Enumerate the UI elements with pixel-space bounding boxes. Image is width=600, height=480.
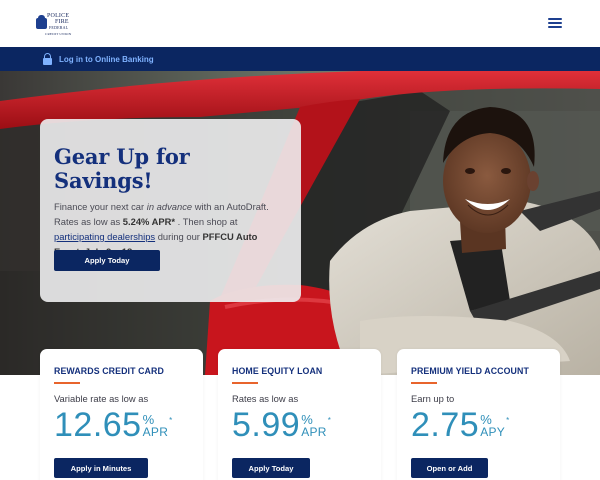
rate-value: 2.75 [411, 406, 480, 444]
rate-unit: APR [142, 425, 169, 439]
product-title: PREMIUM YIELD ACCOUNT [411, 366, 529, 376]
product-rate: 12.65 % APR * [54, 406, 189, 446]
rate-value: 12.65 [54, 406, 142, 444]
hero-banner: Gear Up for Savings! Finance your next c… [0, 71, 600, 375]
lock-icon [42, 52, 53, 66]
credit-union-logo[interactable]: POLICE FIRE FEDERAL CREDIT UNION [36, 10, 72, 36]
product-card-premium-yield-account: PREMIUM YIELD ACCOUNT Earn up to 2.75 % A… [397, 349, 560, 480]
participating-dealerships-link[interactable]: participating dealerships [54, 231, 155, 242]
rate-unit: APY [480, 425, 506, 439]
login-bar: Log in to Online Banking [0, 47, 600, 71]
product-rate: 5.99 % APR * [232, 406, 367, 446]
home-equity-apply-today-button[interactable]: Apply Today [232, 458, 310, 478]
rate-footnote-mark: * [169, 416, 173, 425]
product-subtitle: Earn up to [411, 393, 455, 404]
product-card-rewards-credit-card: REWARDS CREDIT CARD Variable rate as low… [40, 349, 203, 480]
hero-title: Gear Up for Savings! [54, 144, 190, 193]
accent-divider [232, 382, 258, 384]
online-banking-login-link[interactable]: Log in to Online Banking [42, 52, 154, 66]
product-card-home-equity-loan: HOME EQUITY LOAN Rates as low as 5.99 % A… [218, 349, 381, 480]
site-header: POLICE FIRE FEDERAL CREDIT UNION [0, 0, 600, 47]
rate-footnote-mark: * [327, 416, 331, 425]
accent-divider [411, 382, 437, 384]
product-rate: 2.75 % APY * [411, 406, 546, 446]
product-subtitle: Variable rate as low as [54, 393, 149, 404]
logo-wordmark: POLICE FIRE FEDERAL CREDIT UNION [45, 13, 72, 36]
rate-value: 5.99 [232, 406, 301, 444]
product-subtitle: Rates as low as [232, 393, 299, 404]
login-label: Log in to Online Banking [59, 54, 154, 64]
rate-footnote-mark: * [506, 416, 510, 425]
product-title: REWARDS CREDIT CARD [54, 366, 164, 376]
hamburger-menu-icon[interactable] [546, 16, 564, 30]
apply-in-minutes-button[interactable]: Apply in Minutes [54, 458, 148, 478]
open-or-add-button[interactable]: Open or Add [411, 458, 488, 478]
product-title: HOME EQUITY LOAN [232, 366, 323, 376]
apply-today-button[interactable]: Apply Today [54, 250, 160, 271]
accent-divider [54, 382, 80, 384]
rate-unit: APR [301, 425, 327, 439]
promo-card: Gear Up for Savings! Finance your next c… [40, 119, 301, 302]
